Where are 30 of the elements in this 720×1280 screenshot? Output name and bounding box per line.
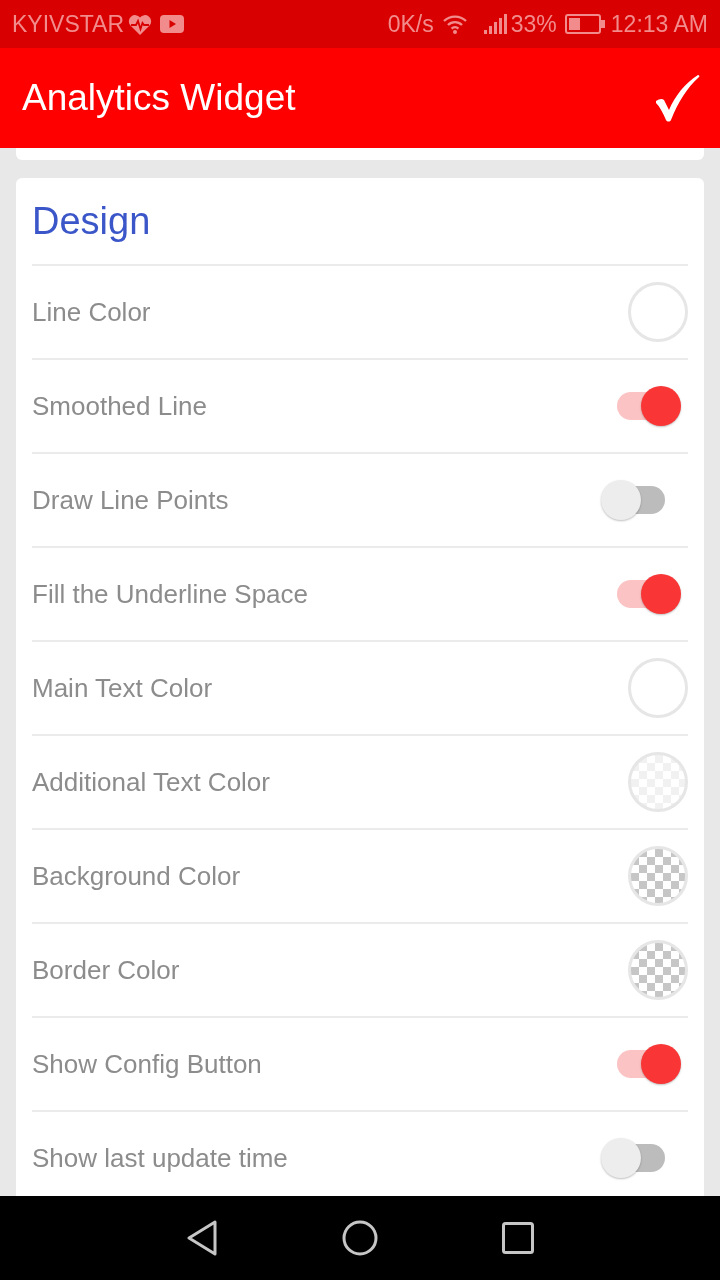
setting-label: Additional Text Color [32,765,270,799]
color-swatch[interactable] [628,846,688,906]
setting-label: Draw Line Points [32,483,229,517]
network-speed: 0K/s [387,9,434,39]
clock-time: 12:13 AM [610,9,708,39]
signal-icon [483,14,507,34]
battery-icon [564,14,605,34]
setting-label: Smoothed Line [32,389,207,423]
setting-label: Line Color [32,295,151,329]
setting-label: Show Config Button [32,1047,262,1081]
color-swatch[interactable] [628,658,688,718]
heart-pulse-icon [128,13,153,35]
screen-title: Analytics Widget [22,76,296,121]
video-play-icon [160,15,185,33]
recents-icon[interactable] [502,1222,534,1254]
check-icon[interactable] [654,74,700,122]
wifi-icon [441,14,468,34]
setting-label: Main Text Color [32,671,213,705]
setting-label: Background Color [32,859,241,893]
battery-percent: 33% [510,9,557,39]
color-swatch[interactable] [628,752,688,812]
color-swatch[interactable] [628,282,688,342]
back-icon[interactable] [186,1220,218,1256]
setting-label: Border Color [32,953,180,987]
home-icon[interactable] [342,1220,378,1256]
color-swatch[interactable] [628,940,688,1000]
section-title: Design [32,198,151,244]
setting-label: Show last update time [32,1141,288,1175]
carrier-name: KYIVSTAR [12,9,125,39]
setting-label: Fill the Underline Space [32,577,309,611]
